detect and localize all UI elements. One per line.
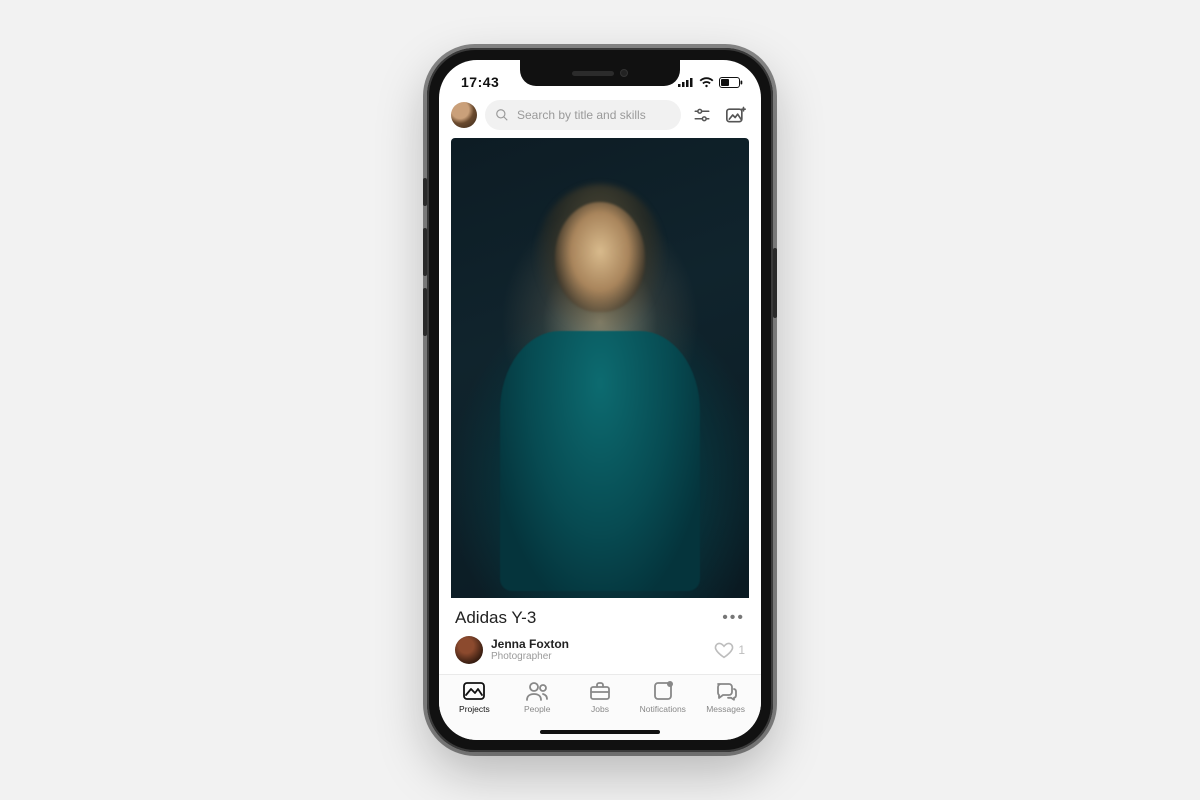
illustration-body [500, 331, 700, 591]
notifications-icon [651, 681, 675, 701]
volume-up-button [423, 228, 427, 276]
home-indicator[interactable] [540, 730, 660, 734]
post-more-button[interactable]: ••• [722, 609, 745, 627]
tab-messages[interactable]: Messages [694, 681, 757, 714]
author-role: Photographer [491, 651, 569, 663]
clock: 17:43 [461, 74, 499, 90]
author-link[interactable]: Jenna Foxton Photographer [455, 636, 569, 664]
tab-label: Messages [706, 704, 745, 714]
search-placeholder: Search by title and skills [517, 108, 646, 122]
heart-icon [714, 641, 734, 659]
image-plus-icon [726, 106, 746, 124]
phone-frame: 17:43 Search by title and skills [427, 48, 773, 752]
profile-avatar[interactable] [451, 102, 477, 128]
messages-icon [714, 681, 738, 701]
feed[interactable]: Adidas Y-3 ••• Jenna Foxton Photographer… [439, 138, 761, 674]
like-count: 1 [738, 643, 745, 657]
speaker-grille [572, 71, 614, 76]
tab-label: Projects [459, 704, 490, 714]
author-avatar [455, 636, 483, 664]
author-text: Jenna Foxton Photographer [491, 637, 569, 663]
tab-label: Jobs [591, 704, 609, 714]
post-title: Adidas Y-3 [455, 608, 536, 628]
wifi-icon [699, 77, 714, 88]
volume-down-button [423, 288, 427, 336]
notch [520, 60, 680, 86]
front-camera [620, 69, 628, 77]
post-image[interactable] [451, 138, 749, 598]
sliders-icon [693, 106, 711, 124]
projects-icon [462, 681, 486, 701]
search-input[interactable]: Search by title and skills [485, 100, 681, 130]
mute-switch [423, 178, 427, 206]
illustration-head [555, 202, 645, 312]
tab-people[interactable]: People [506, 681, 569, 714]
search-icon [495, 108, 509, 122]
app-header: Search by title and skills [439, 98, 761, 138]
screen: 17:43 Search by title and skills [439, 60, 761, 740]
add-image-button[interactable] [723, 102, 749, 128]
filters-button[interactable] [689, 102, 715, 128]
tab-projects[interactable]: Projects [443, 681, 506, 714]
status-icons [678, 77, 743, 88]
power-button [773, 248, 777, 318]
tab-jobs[interactable]: Jobs [569, 681, 632, 714]
author-name: Jenna Foxton [491, 637, 569, 651]
tab-notifications[interactable]: Notifications [631, 681, 694, 714]
people-icon [525, 681, 549, 701]
cellular-icon [678, 77, 694, 87]
battery-icon [719, 77, 743, 88]
post-title-row: Adidas Y-3 ••• [439, 598, 761, 634]
post-author-row: Jenna Foxton Photographer 1 [439, 634, 761, 674]
tab-label: People [524, 704, 550, 714]
like-button[interactable]: 1 [714, 641, 745, 659]
jobs-icon [588, 681, 612, 701]
tab-label: Notifications [640, 704, 686, 714]
